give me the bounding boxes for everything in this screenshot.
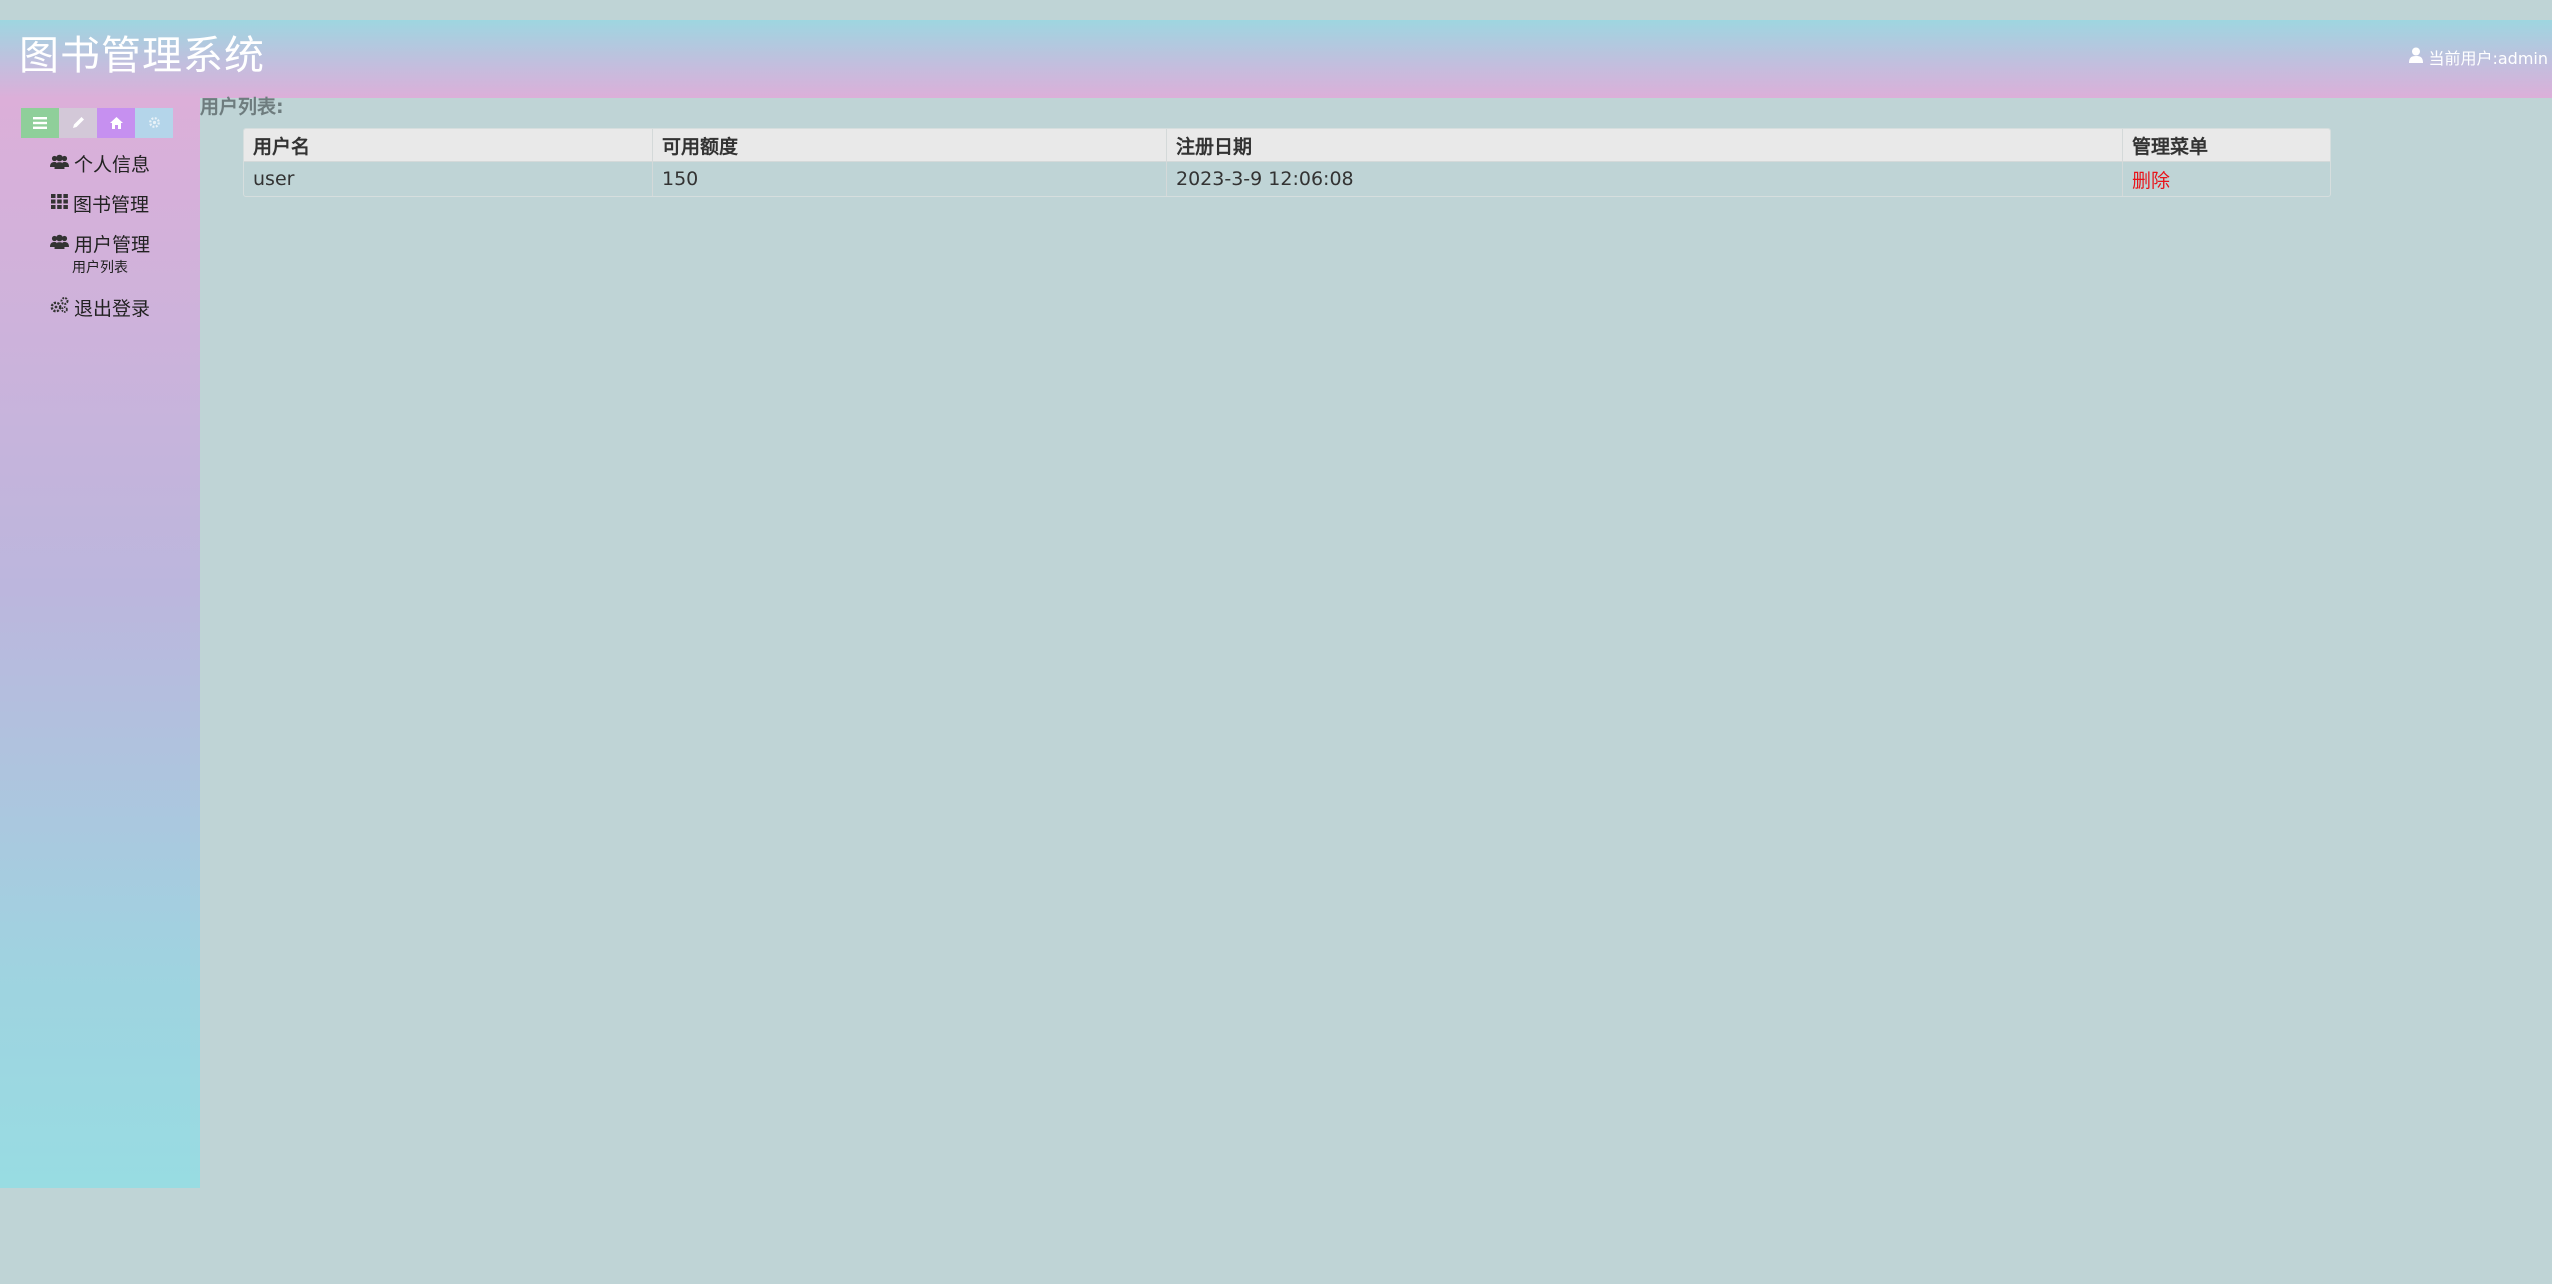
shortcut-edit-button[interactable] bbox=[59, 108, 97, 138]
current-user-info[interactable]: 当前用户:admin bbox=[2409, 46, 2548, 68]
cell-actions: 删除 bbox=[2122, 161, 2330, 196]
sidebar-subitem-user-list[interactable]: 用户列表 bbox=[0, 257, 200, 287]
table-row: user 150 2023-3-9 12:06:08 删除 bbox=[244, 161, 2330, 196]
column-header-actions: 管理菜单 bbox=[2122, 129, 2330, 162]
users-icon bbox=[49, 232, 74, 254]
user-table: 用户名 可用额度 注册日期 管理菜单 user 150 2023-3-9 12:… bbox=[244, 129, 2330, 196]
sidebar-item-label: 图书管理 bbox=[72, 193, 149, 216]
users-icon bbox=[49, 152, 74, 174]
shortcut-bar bbox=[21, 108, 173, 138]
pencil-icon bbox=[72, 114, 85, 133]
sidebar-item-label: 退出登录 bbox=[73, 297, 150, 320]
gear-icon bbox=[148, 114, 161, 133]
shortcut-settings-button[interactable] bbox=[135, 108, 173, 138]
user-table-container: 用户名 可用额度 注册日期 管理菜单 user 150 2023-3-9 12:… bbox=[243, 128, 2331, 197]
sidebar-item-label: 个人信息 bbox=[73, 153, 150, 176]
cell-registered: 2023-3-9 12:06:08 bbox=[1166, 161, 2123, 196]
sidebar-item-logout[interactable]: 退出登录 bbox=[0, 287, 200, 327]
sidebar-item-profile[interactable]: 个人信息 bbox=[0, 143, 200, 183]
sidebar: 个人信息 图书管理 用户管理 用户列表 退出登录 bbox=[0, 98, 200, 1188]
sidebar-item-book-management[interactable]: 图书管理 bbox=[0, 183, 200, 223]
current-user-label: 当前用户:admin bbox=[2428, 49, 2548, 68]
table-header-row: 用户名 可用额度 注册日期 管理菜单 bbox=[244, 129, 2330, 162]
gears-icon bbox=[50, 296, 74, 318]
sidebar-item-label: 用户管理 bbox=[73, 233, 150, 256]
list-icon bbox=[33, 114, 47, 133]
column-header-quota: 可用额度 bbox=[652, 129, 1167, 162]
user-icon bbox=[2409, 47, 2428, 67]
app-header: 图书管理系统 当前用户:admin bbox=[0, 20, 2552, 98]
cell-quota: 150 bbox=[652, 161, 1167, 196]
cell-username: user bbox=[244, 161, 653, 196]
home-icon bbox=[109, 114, 123, 133]
app-title: 图书管理系统 bbox=[19, 33, 265, 79]
shortcut-list-button[interactable] bbox=[21, 108, 59, 138]
column-header-username: 用户名 bbox=[244, 129, 653, 162]
sidebar-menu: 个人信息 图书管理 用户管理 用户列表 退出登录 bbox=[0, 143, 200, 327]
shortcut-home-button[interactable] bbox=[97, 108, 135, 138]
section-title: 用户列表: bbox=[200, 96, 284, 118]
column-header-registered: 注册日期 bbox=[1166, 129, 2123, 162]
delete-user-link[interactable]: 删除 bbox=[2132, 170, 2170, 192]
grid-icon bbox=[50, 192, 73, 214]
